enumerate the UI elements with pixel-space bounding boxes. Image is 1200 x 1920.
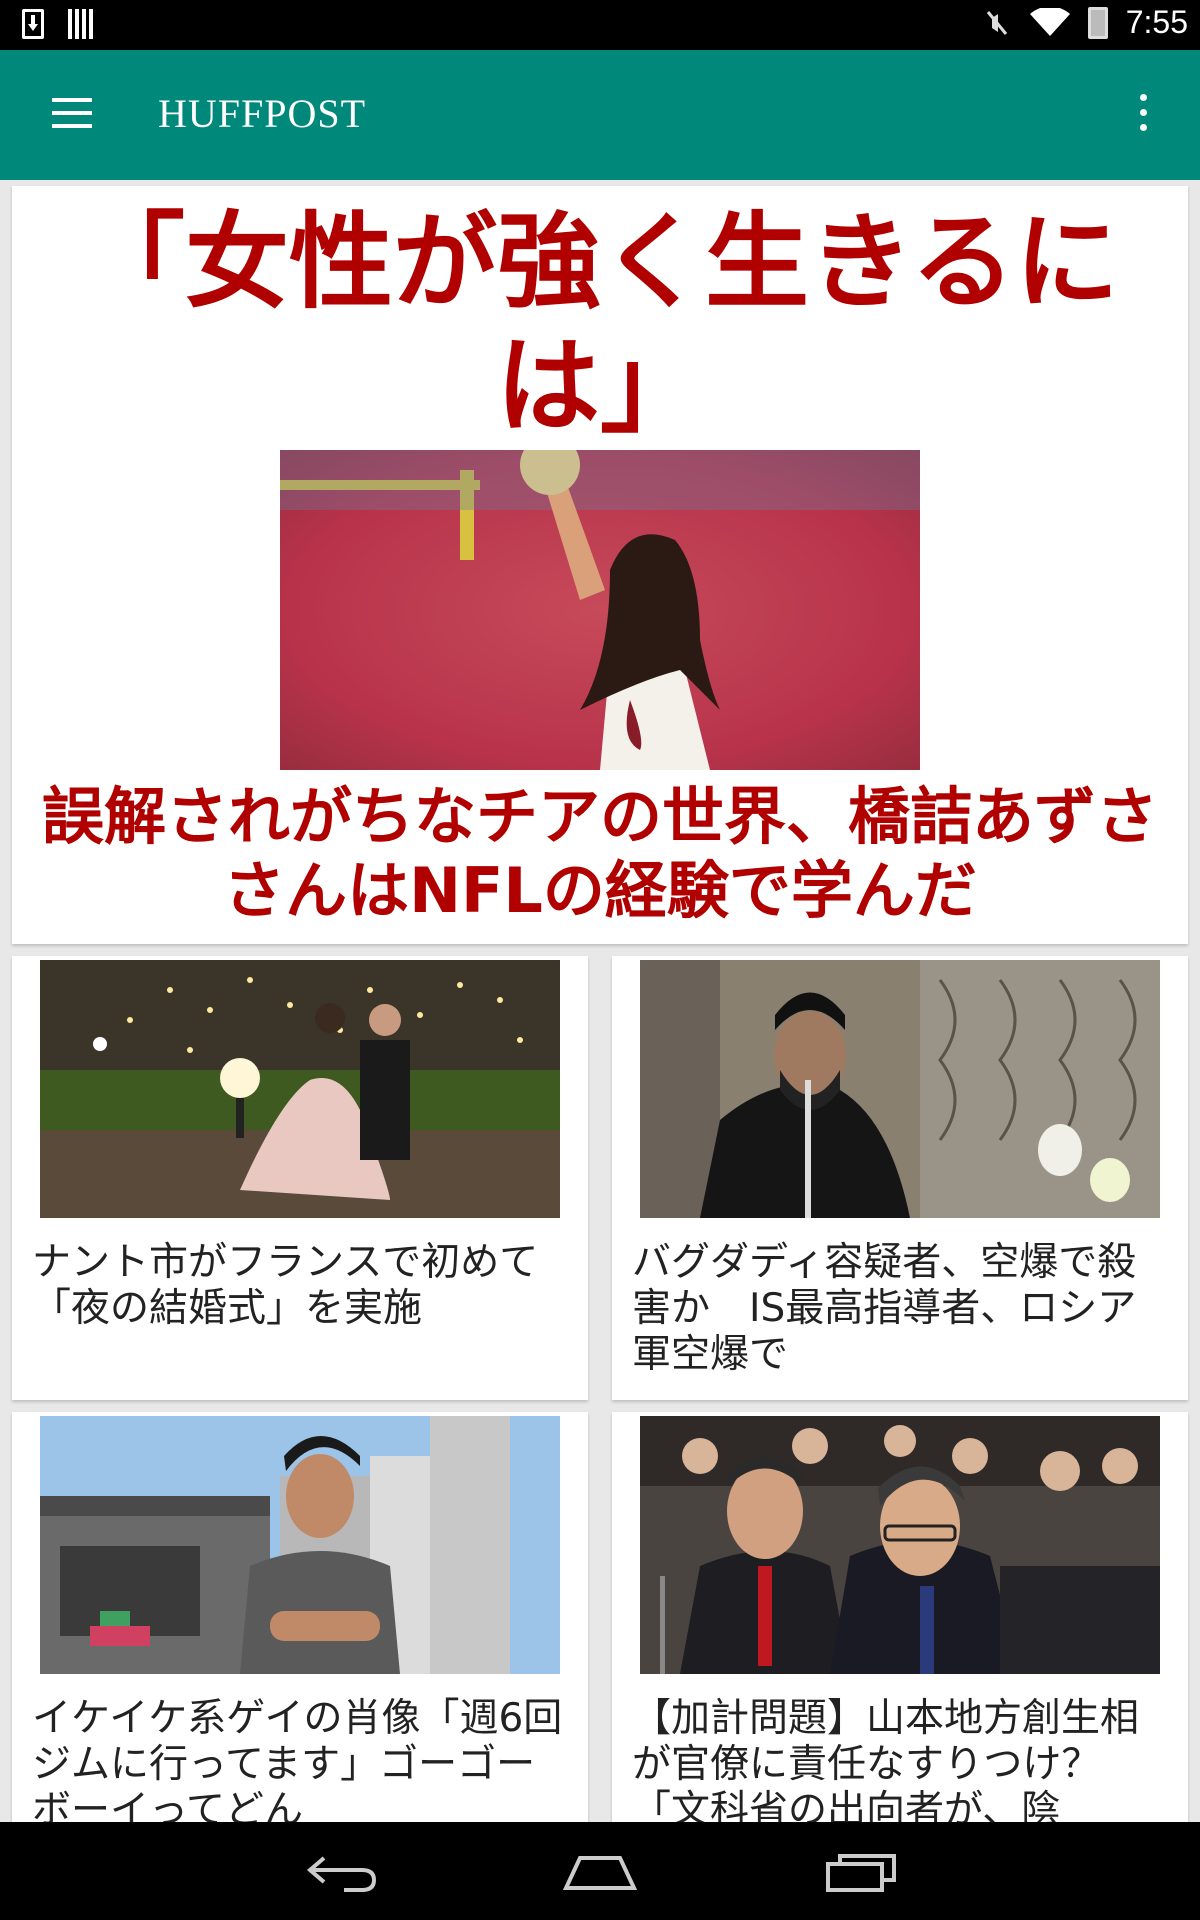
recents-icon[interactable] [820,1850,900,1894]
home-icon[interactable] [560,1850,640,1894]
article-card[interactable]: ナント市がフランスで初めて「夜の結婚式」を実施 [12,956,588,1400]
featured-image [280,450,920,770]
article-title: 【加計問題】山本地方創生相が官僚に責任なすりつけ？「文科省の出向者が、陰 [632,1696,1140,1832]
barcode-icon [68,9,94,39]
back-icon[interactable] [304,1850,384,1894]
wifi-icon [1029,7,1070,36]
app-bar: HUFFPOST [0,50,1200,180]
more-vert-icon[interactable] [1138,94,1148,134]
article-image [40,960,560,1218]
article-title: イケイケ系ゲイの肖像「週6回ジムに行ってます」ゴーゴーボーイってどん [32,1696,563,1832]
article-card[interactable]: イケイケ系ゲイの肖像「週6回ジムに行ってます」ゴーゴーボーイってどん [12,1412,588,1832]
article-image [640,960,1160,1218]
article-image [640,1416,1160,1674]
status-bar: 7:55 [0,0,1200,50]
hamburger-menu-icon[interactable] [52,98,92,128]
article-card[interactable]: バグダディ容疑者、空爆で殺害か IS最高指導者、ロシア軍空爆で [612,956,1188,1400]
featured-subheadline: 誤解されがちなチアの世界、橋詰あずささんはNFLの経験で学んだ [42,780,1159,927]
featured-headline: 「女性が強く生きるには」 [81,201,1119,447]
article-title: バグダディ容疑者、空爆で殺害か IS最高指導者、ロシア軍空爆で [632,1240,1137,1377]
navigation-bar [0,1822,1200,1920]
clock: 7:55 [1125,4,1188,40]
app-title: HUFFPOST [158,91,367,136]
mute-icon [986,10,1007,35]
article-title: ナント市がフランスで初めて「夜の結婚式」を実施 [32,1240,539,1331]
featured-article-card[interactable]: 「女性が強く生きるには」 誤解されがちなチアの世界、橋詰あずささんはNFLの経験… [12,186,1188,944]
article-image [40,1416,560,1674]
download-icon [22,9,44,39]
article-card[interactable]: 【加計問題】山本地方創生相が官僚に責任なすりつけ？「文科省の出向者が、陰 [612,1412,1188,1832]
battery-charging-icon [1087,6,1108,39]
